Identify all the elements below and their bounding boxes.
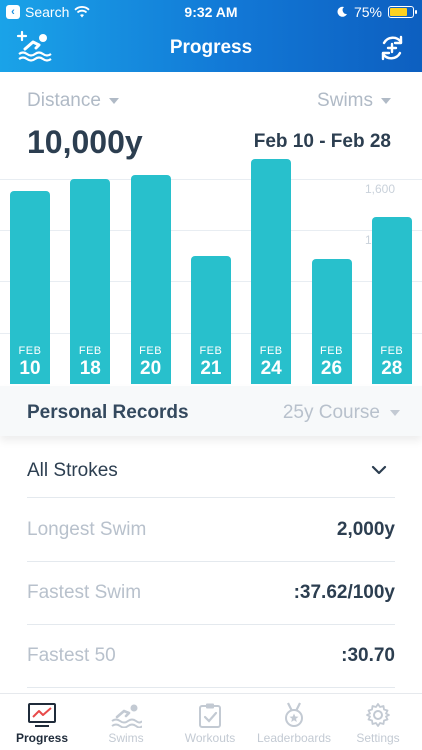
bar-month-label: FEB xyxy=(199,345,223,357)
status-right: 75% xyxy=(336,4,417,20)
bar-day-label: 28 xyxy=(381,358,403,379)
stroke-filter-label: All Strokes xyxy=(27,460,118,481)
date-range: Feb 10 - Feb 28 xyxy=(253,131,391,152)
tab-leaderboards[interactable]: Leaderboards xyxy=(252,694,336,750)
metric-dropdown[interactable]: Distance xyxy=(27,90,119,112)
battery-icon xyxy=(388,6,417,18)
tab-label: Swims xyxy=(108,731,144,745)
tab-label: Progress xyxy=(15,731,69,745)
bar-month-label: FEB xyxy=(380,345,404,357)
record-value: :37.62/100y xyxy=(293,582,395,603)
chart-bar[interactable]: FEB 21 xyxy=(190,255,231,384)
chart-bar[interactable]: FEB 10 xyxy=(10,191,50,384)
chart-grid-line xyxy=(0,229,422,231)
metric-selectors: Distance Swims xyxy=(0,90,422,116)
chevron-down-icon xyxy=(371,465,387,475)
grouping-dropdown-label: Swims xyxy=(317,90,373,111)
bar-day-label: 18 xyxy=(79,358,101,379)
status-bar: ‹ Search 9:32 AM 75% xyxy=(0,0,422,24)
bar-day-label: 20 xyxy=(140,358,162,379)
total-distance: 10,000y xyxy=(27,124,143,160)
course-dropdown-label: 25y Course xyxy=(282,402,380,423)
bar-date-label: FEB 24 xyxy=(251,345,291,380)
tab-swims[interactable]: Swims xyxy=(84,694,168,750)
personal-records-title: Personal Records xyxy=(27,402,189,423)
gear-icon xyxy=(366,703,390,727)
chart-bar[interactable]: FEB 26 xyxy=(311,258,352,384)
bar-month-label: FEB xyxy=(320,345,343,357)
moon-icon xyxy=(337,6,347,17)
stroke-filter[interactable]: All Strokes xyxy=(27,450,395,498)
grouping-dropdown[interactable]: Swims xyxy=(317,90,391,112)
bar-date-label: FEB 20 xyxy=(131,345,171,380)
bar-date-label: FEB 21 xyxy=(191,345,231,380)
distance-bar-chart[interactable]: 1,6001,200800400FEB10FEB18FEB20FEB21FEB2… xyxy=(0,158,422,384)
chart-bar[interactable]: FEB 28 xyxy=(371,217,412,384)
personal-records-header: Personal Records 25y Course xyxy=(0,386,422,436)
course-dropdown[interactable]: 25y Course xyxy=(283,402,400,424)
bar-day-label: 24 xyxy=(260,358,282,379)
sync-icon[interactable] xyxy=(378,34,406,62)
tab-label: Leaderboards xyxy=(256,731,332,745)
battery-percent: 75% xyxy=(353,4,382,20)
chart-bar[interactable]: FEB 20 xyxy=(130,175,171,384)
page-title: Progress xyxy=(169,37,253,58)
chart-bar[interactable]: FEB 18 xyxy=(70,178,111,384)
metric-dropdown-label: Distance xyxy=(27,90,101,111)
bar-day-label: 10 xyxy=(19,358,41,379)
swimmer-icon xyxy=(111,704,142,728)
bar-day-label: 21 xyxy=(200,358,222,379)
bar-month-label: FEB xyxy=(259,345,283,357)
clipboard-icon xyxy=(199,703,221,728)
record-value: 2,000y xyxy=(336,519,395,540)
bar-month-label: FEB xyxy=(18,345,42,357)
tab-bar: Progress Swims Workouts Leaderboards Set… xyxy=(0,693,422,750)
caret-down-icon xyxy=(108,97,119,104)
record-value: :30.70 xyxy=(341,645,395,666)
y-tick-label: 1,600 xyxy=(364,181,395,196)
chart-grid-line xyxy=(0,178,422,180)
tab-label: Settings xyxy=(356,731,400,745)
record-row: Fastest Swim :37.62/100y xyxy=(27,562,395,625)
record-label: Fastest 50 xyxy=(27,645,116,666)
bar-date-label: FEB 18 xyxy=(70,345,110,380)
caret-down-icon xyxy=(390,409,400,416)
record-row: Longest Swim 2,000y xyxy=(27,499,395,562)
bar-date-label: FEB 10 xyxy=(10,345,50,380)
tab-progress[interactable]: Progress xyxy=(0,694,84,750)
tab-workouts[interactable]: Workouts xyxy=(168,694,252,750)
bar-date-label: FEB 28 xyxy=(372,345,412,380)
tab-label: Workouts xyxy=(184,731,236,745)
header: ‹ Search 9:32 AM 75% Progress xyxy=(0,0,422,72)
chart-bar[interactable]: FEB 24 xyxy=(251,159,292,384)
bar-month-label: FEB xyxy=(139,345,163,357)
bar-date-label: FEB 26 xyxy=(312,345,352,380)
tab-settings[interactable]: Settings xyxy=(336,694,420,750)
bar-month-label: FEB xyxy=(78,345,102,357)
bar-day-label: 26 xyxy=(320,358,343,379)
record-row: Fastest 50 :30.70 xyxy=(27,625,395,688)
caret-down-icon xyxy=(381,97,391,104)
medal-icon xyxy=(285,702,303,727)
progress-chart-icon xyxy=(28,703,56,727)
record-label: Fastest Swim xyxy=(27,582,142,603)
record-label: Longest Swim xyxy=(27,519,147,540)
